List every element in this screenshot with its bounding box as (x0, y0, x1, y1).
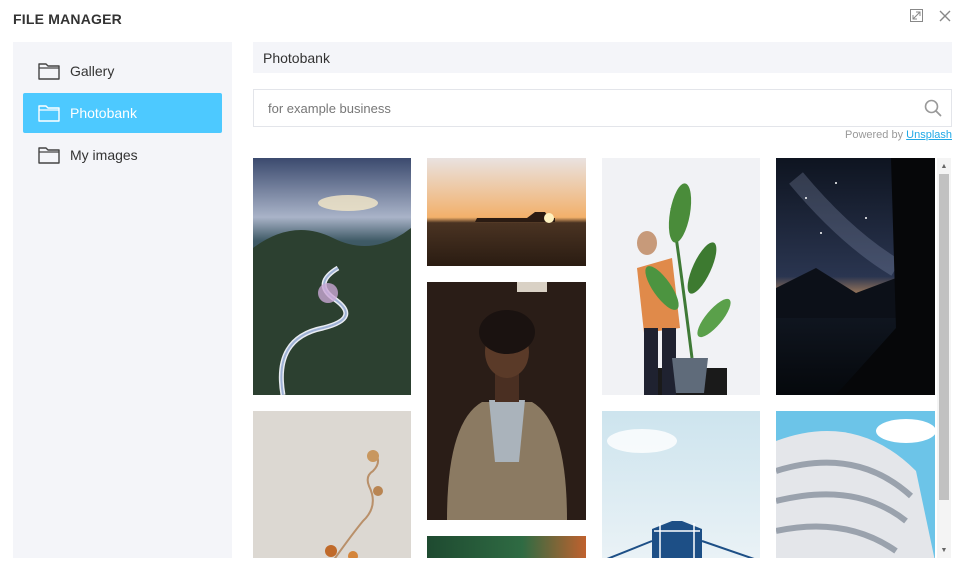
photo-thumbnail[interactable] (776, 158, 935, 395)
powered-by: Powered by Unsplash (845, 129, 952, 141)
powered-by-text: Powered by (844, 129, 904, 141)
scroll-down-arrow-icon[interactable]: ▼ (937, 544, 951, 556)
sidebar-item-label: My images (70, 147, 138, 163)
search-input[interactable] (254, 90, 915, 126)
photo-thumbnail[interactable] (427, 536, 586, 558)
section-heading: Photobank (253, 42, 952, 73)
search-bar (253, 89, 952, 127)
sidebar-item-label: Photobank (70, 105, 137, 121)
photo-thumbnail[interactable] (427, 158, 586, 266)
photo-thumbnail[interactable] (253, 158, 411, 395)
photo-grid (253, 158, 936, 558)
sidebar-item-my-images[interactable]: My images (23, 135, 222, 175)
photo-thumbnail[interactable] (602, 411, 760, 558)
file-manager-window: FILE MANAGER Gallery Photobank My images… (0, 0, 960, 567)
folder-icon (38, 62, 60, 80)
scroll-up-arrow-icon[interactable]: ▲ (937, 160, 951, 172)
scrollbar[interactable]: ▲ ▼ (937, 158, 951, 558)
unsplash-link[interactable]: Unsplash (906, 129, 952, 141)
close-icon (939, 9, 951, 27)
folder-icon (38, 146, 60, 164)
sidebar-item-photobank[interactable]: Photobank (23, 93, 222, 133)
sidebar-item-gallery[interactable]: Gallery (23, 51, 222, 91)
window-title: FILE MANAGER (13, 11, 122, 27)
photo-thumbnail[interactable] (427, 282, 586, 520)
photo-thumbnail[interactable] (602, 158, 760, 395)
sidebar-item-label: Gallery (70, 63, 115, 79)
photo-thumbnail[interactable] (776, 411, 935, 558)
expand-icon (909, 9, 923, 27)
expand-button[interactable] (908, 9, 924, 27)
search-icon[interactable] (915, 90, 951, 126)
folder-icon (38, 104, 60, 122)
sidebar: Gallery Photobank My images (13, 42, 232, 558)
photo-thumbnail[interactable] (253, 411, 411, 558)
close-button[interactable] (937, 10, 953, 26)
scrollbar-thumb[interactable] (939, 174, 949, 500)
